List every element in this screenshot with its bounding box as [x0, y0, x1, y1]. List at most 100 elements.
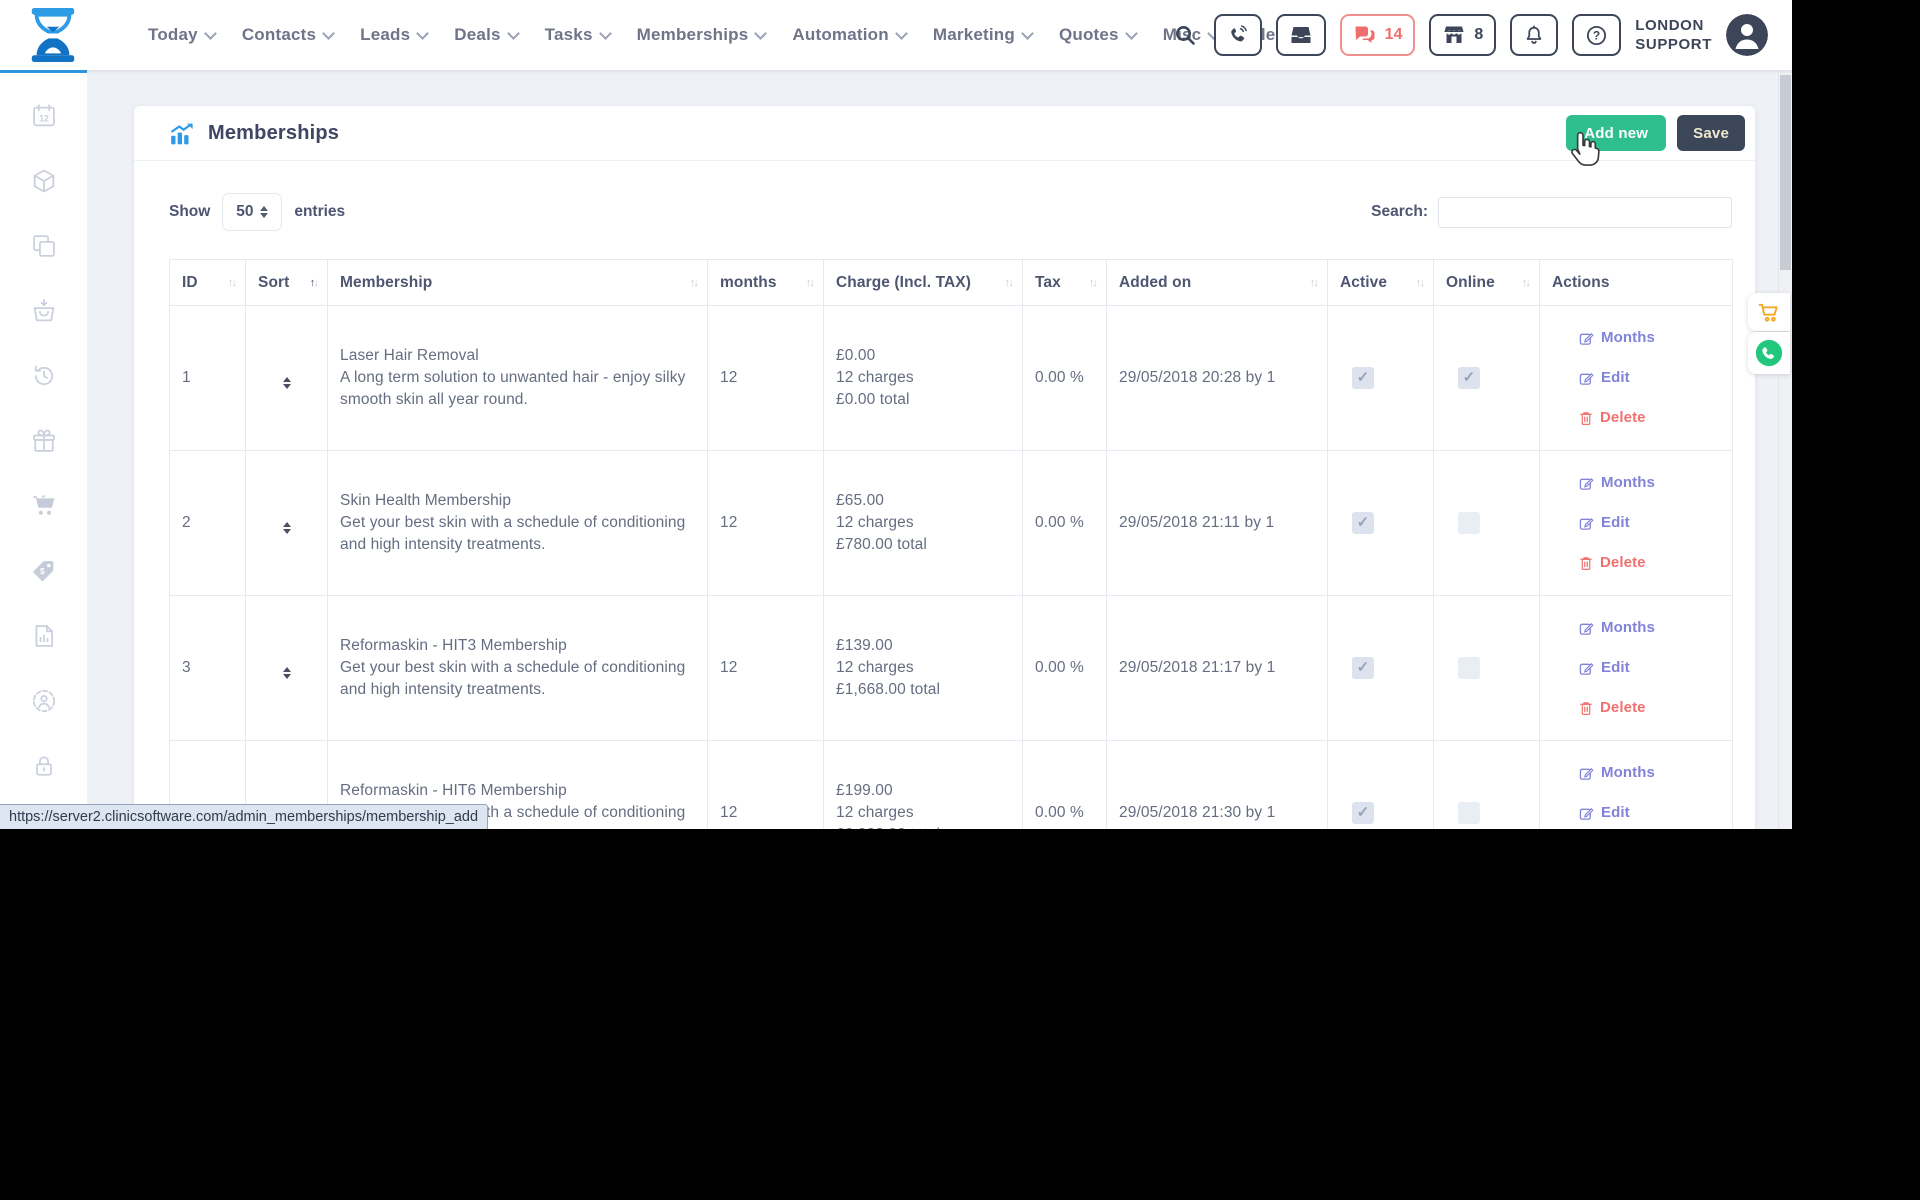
phone-button[interactable]	[1214, 14, 1262, 56]
cell-charge: £199.00 12 charges £2,388.00 total	[824, 741, 1023, 830]
active-checkbox[interactable]	[1352, 657, 1374, 679]
app-logo[interactable]	[26, 6, 80, 64]
sort-arrows-icon: ↑↓	[1522, 277, 1531, 289]
sidebar-item-gift[interactable]	[0, 408, 87, 473]
months-link[interactable]: Months	[1579, 472, 1720, 494]
drag-sort-handle[interactable]	[283, 377, 291, 389]
edit-link[interactable]: Edit	[1579, 367, 1720, 389]
floating-phone-widget[interactable]	[1748, 332, 1790, 374]
active-checkbox[interactable]	[1352, 802, 1374, 824]
cell-tax: 0.00 %	[1023, 596, 1107, 741]
entries-label: entries	[294, 203, 345, 221]
sidebar-item-calendar[interactable]: 12	[0, 83, 87, 148]
sort-arrows-icon: ↑↓	[1416, 277, 1425, 289]
column-header-added-on[interactable]: Added on↑↓	[1107, 260, 1328, 306]
nav-item-automation[interactable]: Automation	[792, 25, 905, 45]
svg-text:$: $	[39, 566, 44, 575]
history-icon	[30, 362, 58, 390]
cell-active	[1328, 596, 1434, 741]
nav-item-tasks[interactable]: Tasks	[545, 25, 610, 45]
column-header-online[interactable]: Online↑↓	[1434, 260, 1540, 306]
delete-link[interactable]: Delete	[1579, 697, 1720, 719]
drag-sort-handle[interactable]	[283, 667, 291, 679]
column-header-membership[interactable]: Membership↑↓	[328, 260, 708, 306]
user-avatar[interactable]	[1726, 14, 1768, 56]
header-buttons: Add new Save	[1566, 115, 1745, 151]
search-button[interactable]	[1170, 20, 1200, 50]
active-checkbox[interactable]	[1352, 512, 1374, 534]
nav-item-quotes[interactable]: Quotes	[1059, 25, 1136, 45]
charge-amount: £139.00	[836, 635, 1010, 657]
column-header-id[interactable]: ID↑↓	[170, 260, 246, 306]
cell-online	[1434, 596, 1540, 741]
sidebar-item-package[interactable]	[0, 148, 87, 213]
chevron-down-icon	[755, 27, 768, 40]
messages-button[interactable]: 14	[1340, 14, 1416, 56]
cell-tax: 0.00 %	[1023, 451, 1107, 596]
column-header-active[interactable]: Active↑↓	[1328, 260, 1434, 306]
show-label: Show	[169, 203, 210, 221]
nav-item-marketing[interactable]: Marketing	[933, 25, 1032, 45]
memberships-table: ID↑↓ Sort↑↓ Membership↑↓ months↑↓ Charge…	[169, 259, 1733, 829]
months-link[interactable]: Months	[1579, 327, 1720, 349]
column-header-months[interactable]: months↑↓	[708, 260, 824, 306]
charge-count: 12 charges	[836, 512, 1010, 534]
column-header-tax[interactable]: Tax↑↓	[1023, 260, 1107, 306]
inbox-button[interactable]	[1276, 14, 1326, 56]
column-header-charge[interactable]: Charge (Incl. TAX)↑↓	[824, 260, 1023, 306]
sidebar-item-basket[interactable]	[0, 278, 87, 343]
sidebar-item-report[interactable]	[0, 603, 87, 668]
nav-item-leads[interactable]: Leads	[360, 25, 427, 45]
memberships-card: Memberships Add new Save Show 50 entries…	[134, 106, 1755, 829]
online-checkbox[interactable]	[1458, 367, 1480, 389]
nav-label: Today	[148, 25, 198, 45]
nav-item-deals[interactable]: Deals	[454, 25, 517, 45]
save-button[interactable]: Save	[1677, 115, 1745, 151]
online-checkbox[interactable]	[1458, 657, 1480, 679]
membership-description: Get your best skin with a schedule of co…	[340, 512, 695, 556]
cell-id: 2	[170, 451, 246, 596]
sidebar-item-copy[interactable]	[0, 213, 87, 278]
active-checkbox[interactable]	[1352, 367, 1374, 389]
edit-link[interactable]: Edit	[1579, 657, 1720, 679]
store-button[interactable]: 8	[1429, 14, 1496, 56]
search-input[interactable]	[1438, 197, 1732, 228]
help-button[interactable]: ?	[1572, 14, 1621, 56]
online-checkbox[interactable]	[1458, 802, 1480, 824]
delete-link[interactable]: Delete	[1579, 552, 1720, 574]
cart-orange-icon	[1758, 302, 1780, 323]
edit-square-icon	[1579, 476, 1594, 491]
icon-sidebar: 12	[0, 70, 87, 829]
column-header-sort[interactable]: Sort↑↓	[246, 260, 328, 306]
nav-item-contacts[interactable]: Contacts	[242, 25, 333, 45]
sidebar-item-user[interactable]	[0, 668, 87, 733]
add-new-button[interactable]: Add new	[1566, 115, 1666, 151]
cell-added-on: 29/05/2018 21:17 by 1	[1107, 596, 1328, 741]
cell-months: 12	[708, 596, 824, 741]
cell-actions: Months Edit Delete	[1540, 451, 1733, 596]
months-link[interactable]: Months	[1579, 617, 1720, 639]
bell-icon	[1523, 24, 1545, 47]
sidebar-item-price-tag[interactable]: $	[0, 538, 87, 603]
sidebar-item-lock[interactable]	[0, 733, 87, 798]
edit-square-icon	[1579, 516, 1594, 531]
nav-item-memberships[interactable]: Memberships	[637, 25, 766, 45]
notifications-button[interactable]	[1510, 14, 1558, 56]
main-menu: Today Contacts Leads Deals Tasks Members…	[148, 0, 1285, 70]
floating-cart-widget[interactable]	[1748, 293, 1790, 331]
nav-item-today[interactable]: Today	[148, 25, 215, 45]
sidebar-item-history[interactable]	[0, 343, 87, 408]
entries-per-page-select[interactable]: 50	[222, 193, 282, 231]
online-checkbox[interactable]	[1458, 512, 1480, 534]
cell-added-on: 29/05/2018 21:11 by 1	[1107, 451, 1328, 596]
months-link[interactable]: Months	[1579, 762, 1720, 784]
nav-label: Leads	[360, 25, 410, 45]
scrollbar-thumb[interactable]	[1780, 75, 1791, 270]
edit-link[interactable]: Edit	[1579, 512, 1720, 534]
sidebar-item-cart[interactable]	[0, 473, 87, 538]
drag-sort-handle[interactable]	[283, 522, 291, 534]
delete-link[interactable]: Delete	[1579, 407, 1720, 429]
membership-name: Reformaskin - HIT6 Membership	[340, 780, 695, 802]
edit-link[interactable]: Edit	[1579, 802, 1720, 824]
chevron-down-icon	[1125, 27, 1138, 40]
